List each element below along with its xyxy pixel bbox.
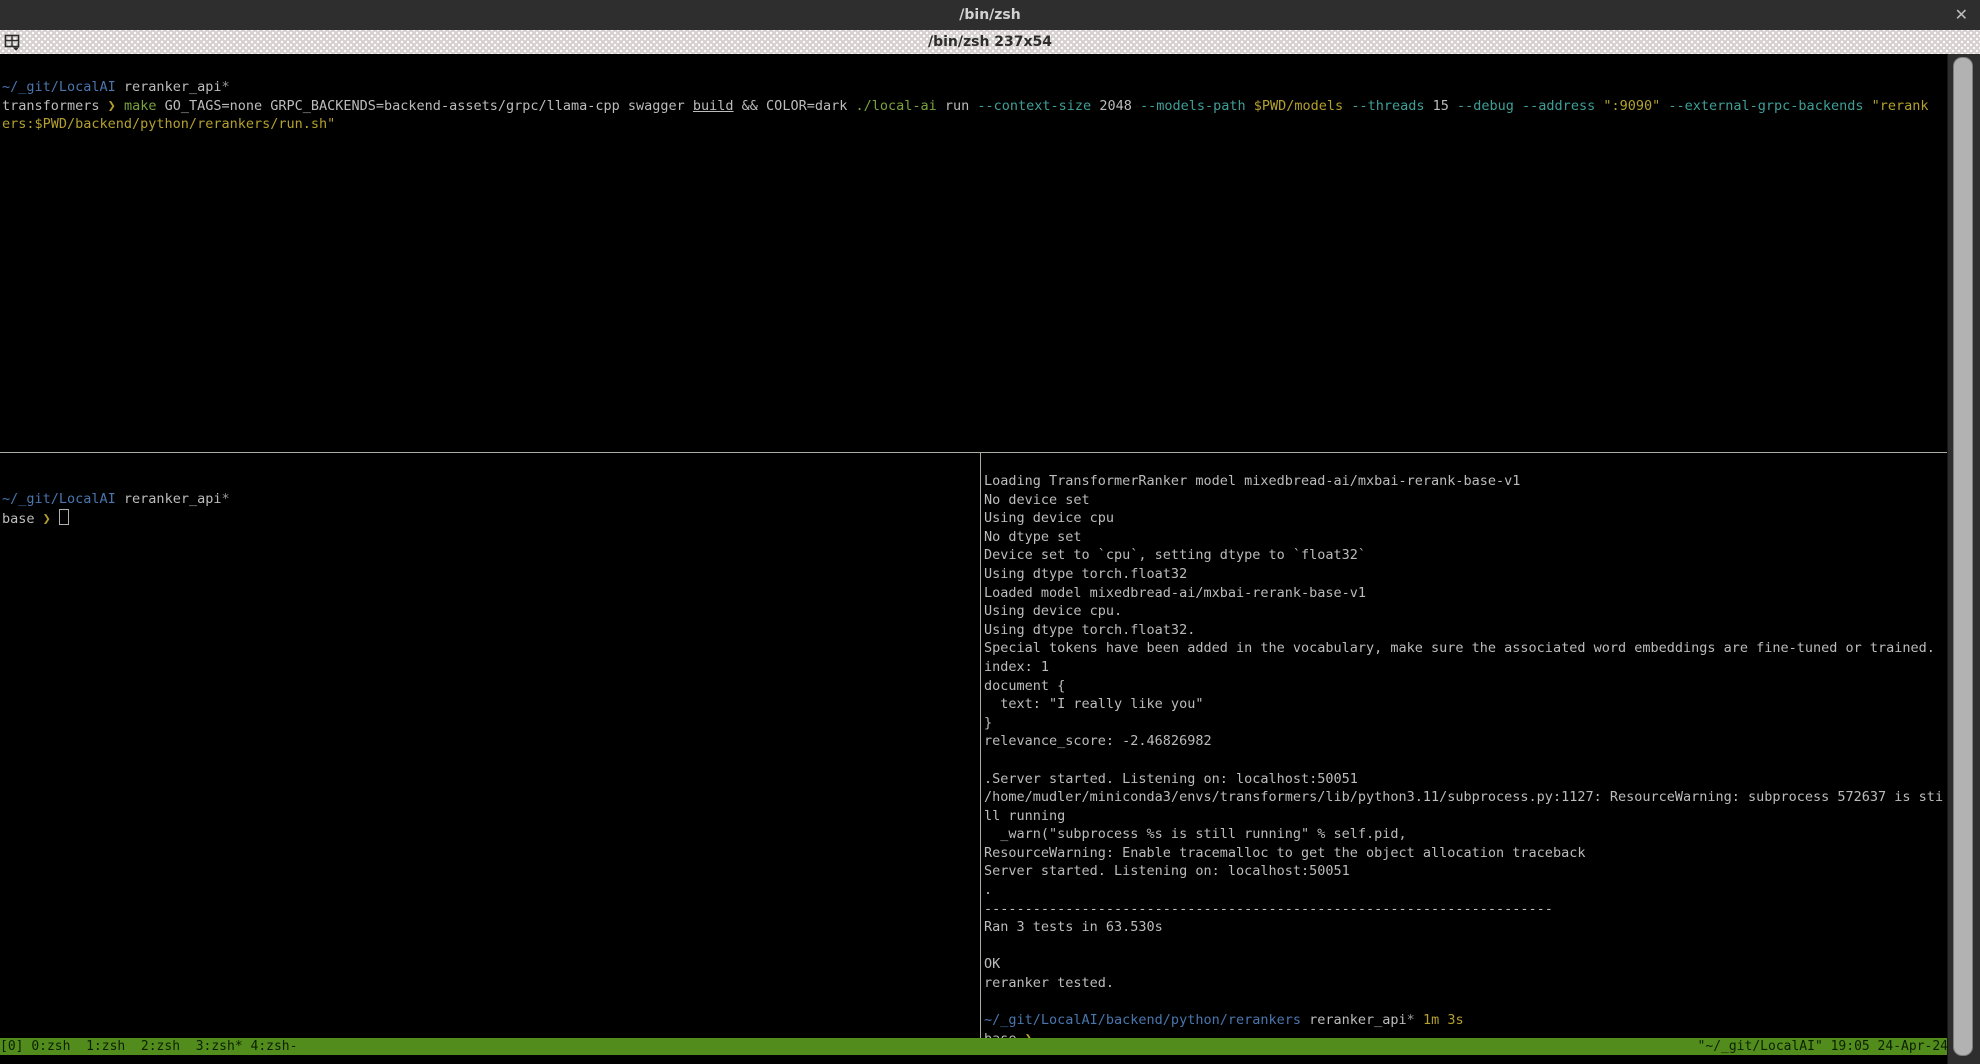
terminal-line: Ran 3 tests in 63.530s: [984, 918, 1950, 937]
tmux-pane-top[interactable]: ~/_git/LocalAI reranker_api*transformers…: [0, 54, 1950, 475]
status-windows: 0:zsh 1:zsh 2:zsh 3:zsh* 4:zsh-: [23, 1039, 297, 1054]
tmux-status-bar: [0] 0:zsh 1:zsh 2:zsh 3:zsh* 4:zsh- "~/_…: [0, 1038, 1948, 1055]
terminal-line: ll running: [984, 807, 1950, 826]
terminal-line: document {: [984, 677, 1950, 696]
tab-title: /bin/zsh 237x54: [928, 34, 1052, 50]
status-window-item[interactable]: 1:zsh: [86, 1039, 133, 1054]
terminal-line: Using dtype torch.float32.: [984, 621, 1950, 640]
pane-divider-vertical[interactable]: [980, 453, 981, 1038]
status-window-item[interactable]: 4:zsh-: [251, 1039, 298, 1054]
scrollbar[interactable]: [1947, 54, 1980, 1064]
close-icon[interactable]: ✕: [1955, 4, 1968, 26]
terminal-line: No dtype set: [984, 528, 1950, 547]
terminal-line: Using device cpu: [984, 509, 1950, 528]
terminal-line: [984, 937, 1950, 956]
terminal-line: Server started. Listening on: localhost:…: [984, 862, 1950, 881]
terminal-line: ~/_git/LocalAI/backend/python/rerankers …: [984, 1011, 1950, 1030]
terminal-line: No device set: [984, 491, 1950, 510]
terminal-line: ~/_git/LocalAI reranker_api*: [2, 78, 1950, 97]
terminal-line: Special tokens have been added in the vo…: [984, 639, 1950, 658]
terminal-line: Device set to `cpu`, setting dtype to `f…: [984, 546, 1950, 565]
terminal-line: base ❯: [2, 509, 981, 528]
scrollbar-thumb[interactable]: [1953, 57, 1973, 1056]
tab-bar: /bin/zsh 237x54: [0, 30, 1980, 54]
status-left: [0] 0:zsh 1:zsh 2:zsh 3:zsh* 4:zsh-: [0, 1038, 297, 1055]
tmux-client: ~/_git/LocalAI reranker_api*transformers…: [0, 54, 1980, 1064]
status-window-item[interactable]: 3:zsh*: [196, 1039, 243, 1054]
window-title: /bin/zsh: [959, 7, 1020, 23]
terminal-line: [984, 751, 1950, 770]
status-window-item[interactable]: 2:zsh: [141, 1039, 188, 1054]
terminal-line: index: 1: [984, 658, 1950, 677]
terminal-line: Using dtype torch.float32: [984, 565, 1950, 584]
terminal-cursor: [59, 509, 69, 525]
terminal-line: ~/_git/LocalAI reranker_api*: [2, 490, 981, 509]
window-titlebar: /bin/zsh ✕: [0, 0, 1980, 30]
status-window-item[interactable]: 0:zsh: [31, 1039, 78, 1054]
terminal-line: Loading TransformerRanker model mixedbre…: [984, 472, 1950, 491]
status-right: "~/_git/LocalAI" 19:05 24-Apr-24: [1698, 1038, 1948, 1055]
terminal-line: transformers ❯ make GO_TAGS=none GRPC_BA…: [2, 97, 1950, 116]
terminal-line: [984, 993, 1950, 1012]
terminal-line: relevance_score: -2.46826982: [984, 732, 1950, 751]
terminal-line: OK: [984, 955, 1950, 974]
status-session: [0]: [0, 1039, 23, 1054]
window-menu-icon[interactable]: [4, 34, 24, 51]
terminal-line: Loaded model mixedbread-ai/mxbai-rerank-…: [984, 584, 1950, 603]
tmux-pane-bottom-left[interactable]: ~/_git/LocalAI reranker_api*base ❯: [0, 453, 981, 1064]
terminal-line: ers:$PWD/backend/python/rerankers/run.sh…: [2, 115, 1950, 134]
terminal-line: reranker tested.: [984, 974, 1950, 993]
terminal-line: .Server started. Listening on: localhost…: [984, 770, 1950, 789]
terminal-line: .: [984, 881, 1950, 900]
tmux-pane-bottom-right[interactable]: Loading TransformerRanker model mixedbre…: [982, 453, 1950, 1056]
terminal-line: }: [984, 714, 1950, 733]
terminal-line: /home/mudler/miniconda3/envs/transformer…: [984, 788, 1950, 807]
terminal-line: text: "I really like you": [984, 695, 1950, 714]
terminal-line: _warn("subprocess %s is still running" %…: [984, 825, 1950, 844]
terminal-line: Using device cpu.: [984, 602, 1950, 621]
terminal-line: ResourceWarning: Enable tracemalloc to g…: [984, 844, 1950, 863]
terminal-window: /bin/zsh ✕ /bin/zsh 237x54 ~/_git/LocalA…: [0, 0, 1980, 1064]
terminal-line: ----------------------------------------…: [984, 900, 1950, 919]
